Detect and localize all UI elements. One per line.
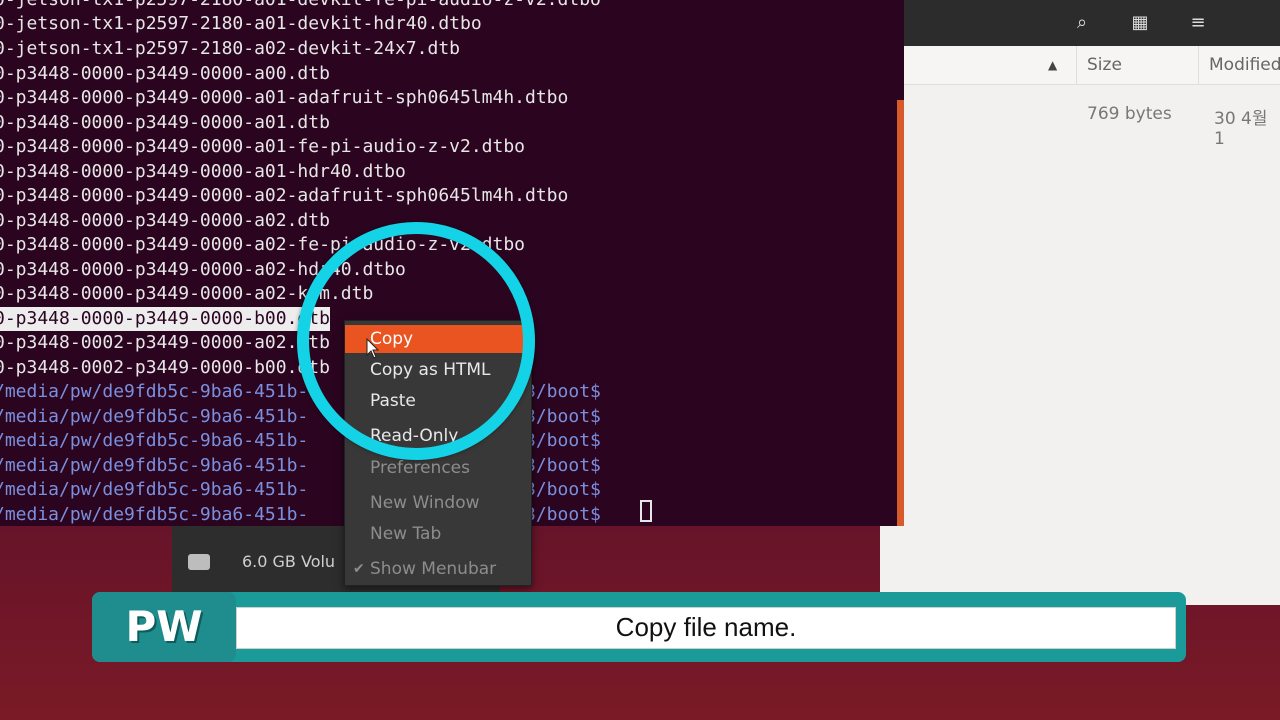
- channel-logo: PW: [92, 592, 236, 662]
- checkmark-icon: ✔: [353, 561, 365, 577]
- terminal-line: 0-jetson-tx1-p2597-2180-a01-devkit-fe-pi…: [0, 0, 601, 12]
- file-size-cell: 769 bytes: [1087, 104, 1172, 124]
- column-modified[interactable]: Modified: [1198, 46, 1280, 84]
- sort-ascending-icon[interactable]: ▲: [1048, 46, 1070, 84]
- grid-view-icon[interactable]: ▦: [1125, 8, 1155, 38]
- drive-icon: [188, 554, 210, 570]
- column-header-row: ▲ Size Modified: [880, 46, 1280, 85]
- terminal-scroll-edge[interactable]: [897, 100, 904, 526]
- terminal-line: 0-jetson-tx1-p2597-2180-a02-devkit-24x7.…: [0, 38, 460, 59]
- terminal-line: 0-p3448-0000-p3449-0000-a02.dtb: [0, 210, 330, 231]
- terminal-line: 0-jetson-tx1-p2597-2180-a01-devkit-hdr40…: [0, 13, 482, 34]
- menu-item-new-window[interactable]: New Window: [345, 489, 531, 517]
- highlight-ring: [297, 222, 535, 460]
- file-manager-header: ⌕ ▦ ≡: [880, 0, 1280, 46]
- terminal-line: 0-p3448-0002-p3449-0000-a02.dtb: [0, 332, 330, 353]
- file-manager-window: ⌕ ▦ ≡ ▲ Size Modified 769 bytes 30 4월 1: [880, 0, 1280, 605]
- menu-item-label: Show Menubar: [370, 559, 497, 579]
- terminal-cursor: [640, 500, 652, 522]
- column-size[interactable]: Size: [1076, 46, 1122, 84]
- hamburger-menu-icon[interactable]: ≡: [1183, 8, 1213, 38]
- caption-box: Copy file name.: [236, 607, 1176, 649]
- volume-label: 6.0 GB Volu: [242, 552, 336, 571]
- terminal-line: 0-p3448-0000-p3449-0000-a01-adafruit-sph…: [0, 87, 569, 108]
- caption-text: Copy file name.: [615, 612, 797, 642]
- terminal-line: 0-p3448-0000-p3449-0000-a01-hdr40.dtbo: [0, 161, 406, 182]
- menu-item-preferences[interactable]: Preferences: [345, 454, 531, 482]
- terminal-line: 0-p3448-0000-p3449-0000-a01-fe-pi-audio-…: [0, 136, 526, 157]
- channel-logo-text: PW: [125, 602, 203, 651]
- search-icon[interactable]: ⌕: [1067, 8, 1097, 38]
- terminal-line: 0-p3448-0000-p3449-0000-a01.dtb: [0, 112, 330, 133]
- menu-item-new-tab[interactable]: New Tab: [345, 520, 531, 548]
- terminal-line: 0-p3448-0000-p3449-0000-a02-adafruit-sph…: [0, 185, 569, 206]
- file-modified-cell: 30 4월 1: [1214, 109, 1268, 149]
- terminal-line-selected[interactable]: 0-p3448-0000-p3449-0000-b00.dtb: [0, 307, 330, 331]
- menu-item-show-menubar[interactable]: ✔ Show Menubar: [345, 555, 531, 583]
- terminal-line: 0-p3448-0002-p3449-0000-b00.dtb: [0, 357, 330, 378]
- terminal-line: 0-p3448-0000-p3449-0000-a00.dtb: [0, 63, 330, 84]
- mouse-pointer-icon: [366, 338, 380, 359]
